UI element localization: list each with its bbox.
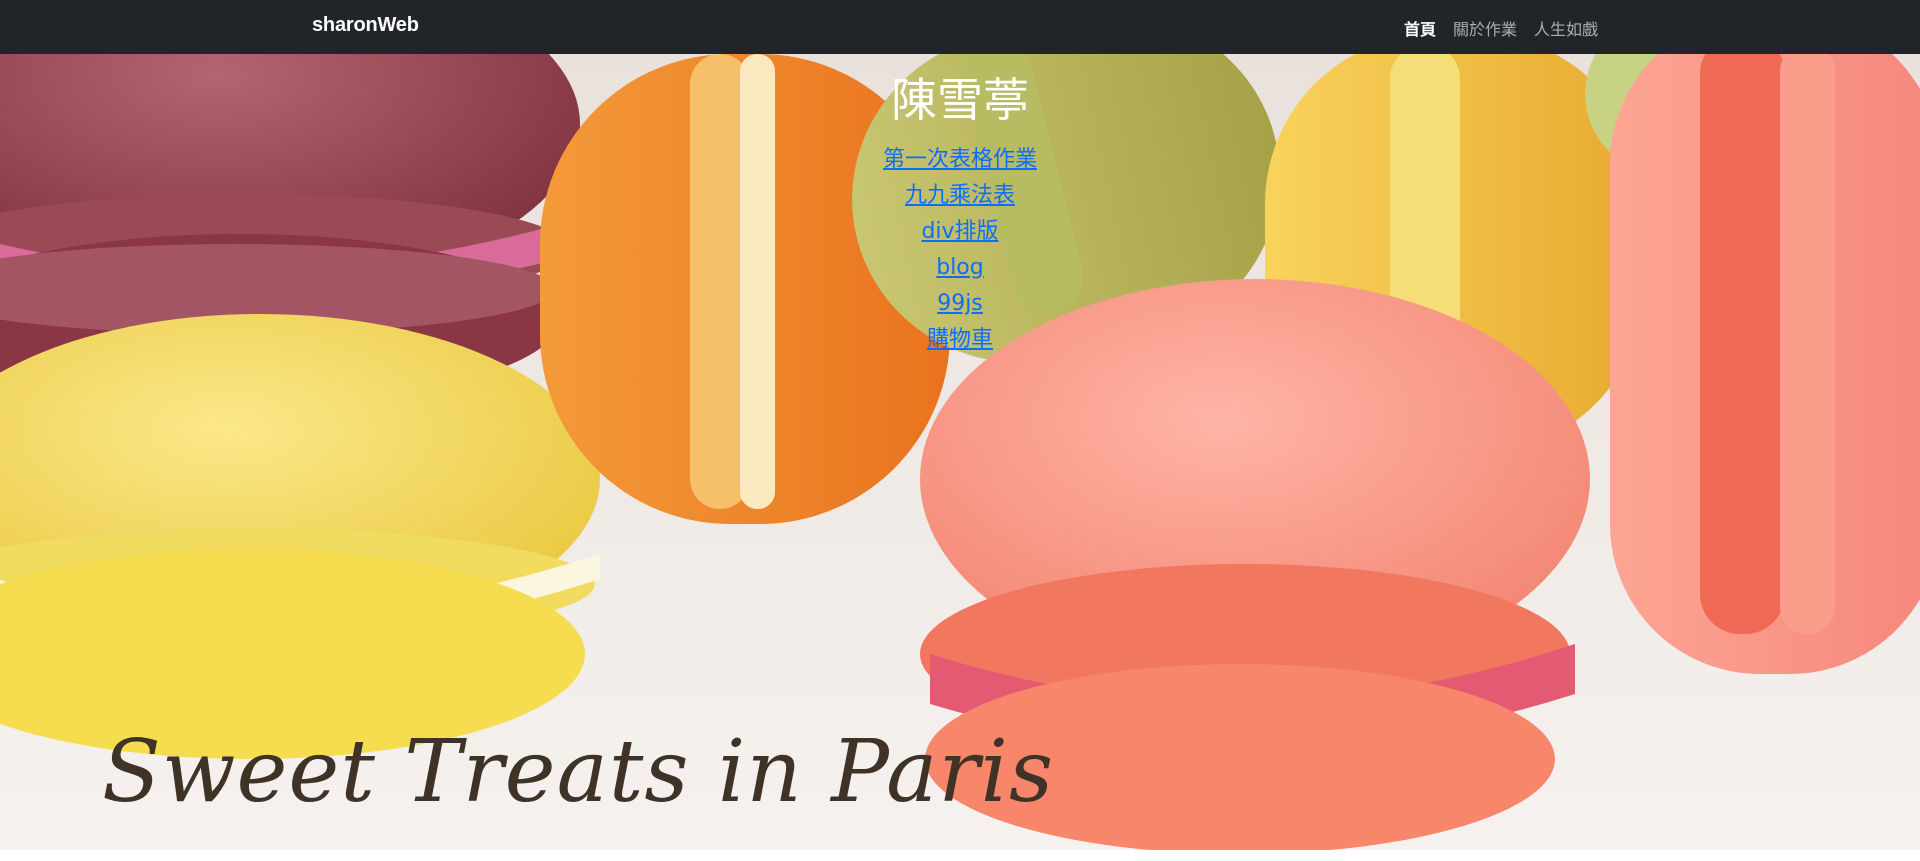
link-shopping-cart[interactable]: 購物車	[927, 322, 993, 358]
nav-menu: 首頁 關於作業 人生如戲	[1404, 16, 1598, 40]
homework-link-list: 第一次表格作業 九九乘法表 div排版 blog 99js 購物車	[0, 142, 1920, 358]
nav-link-life-is-drama[interactable]: 人生如戲	[1534, 16, 1598, 40]
top-navbar: sharonWeb 首頁 關於作業 人生如戲	[0, 0, 1920, 54]
brand-link[interactable]: sharonWeb	[312, 14, 419, 37]
link-multiplication-table[interactable]: 九九乘法表	[905, 178, 1015, 214]
link-blog[interactable]: blog	[936, 250, 984, 286]
hero-title: 陳雪葶	[891, 73, 1029, 127]
hero-content: 陳雪葶 第一次表格作業 九九乘法表 div排版 blog 99js 購物車	[0, 68, 1920, 358]
link-99js[interactable]: 99js	[937, 286, 983, 322]
nav-link-home[interactable]: 首頁	[1404, 16, 1436, 40]
nav-link-about-homework[interactable]: 關於作業	[1453, 16, 1517, 40]
link-div-layout[interactable]: div排版	[921, 214, 998, 250]
hero-banner: 陳雪葶 第一次表格作業 九九乘法表 div排版 blog 99js 購物車 Sw…	[0, 54, 1920, 858]
image-caption-text: Sweet Treats in Paris	[102, 722, 1055, 822]
link-first-table-homework[interactable]: 第一次表格作業	[883, 142, 1037, 178]
